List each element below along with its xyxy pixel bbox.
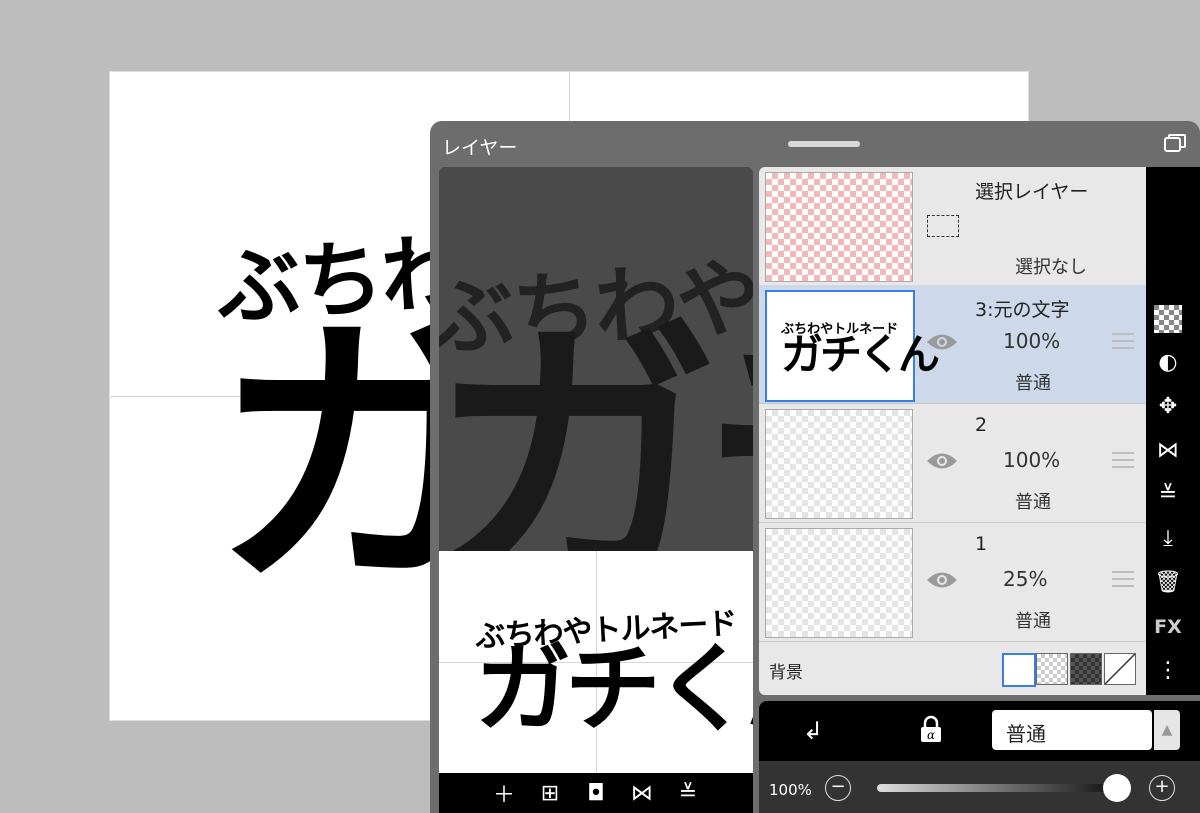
panel-drag-handle[interactable] <box>788 141 860 147</box>
fx-button[interactable]: FX <box>1154 613 1182 641</box>
layer-thumbnail <box>765 409 913 519</box>
background-label: 背景 <box>769 663 803 683</box>
bg-none-swatch[interactable] <box>1104 653 1136 685</box>
layer-name: 選択レイヤー <box>975 181 1089 203</box>
thumb-text-line2: ガチくん <box>781 330 940 379</box>
panel-title: レイヤー <box>442 137 518 159</box>
opacity-plus-button[interactable]: + <box>1149 775 1175 801</box>
add-copy-icon[interactable]: ⊞ <box>536 781 564 806</box>
window-toggle-icon[interactable] <box>1164 134 1186 152</box>
preview-toolbar: ＋ ⊞ ◘ ⋈ ≚ <box>439 773 753 813</box>
navigator-preview[interactable]: ぶちわやトルネード ガチくん ぶちわやトルネード ガチくん ＋ ⊞ ◘ ⋈ ≚ <box>439 167 753 813</box>
selection-status: 選択なし <box>1015 257 1087 278</box>
eye-icon[interactable] <box>925 331 959 353</box>
layer-opacity: 100% <box>1003 448 1061 472</box>
eye-icon[interactable] <box>925 569 959 591</box>
bg-light-checker-swatch[interactable] <box>1036 653 1068 685</box>
layer-blend: 普通 <box>1015 492 1051 513</box>
layer-panel: レイヤー ぶちわやトルネード ガチくん ぶちわやトルネード ガチくん ＋ ⊞ ◘… <box>430 121 1200 813</box>
blend-mode-value: 普通 <box>1006 722 1046 746</box>
bg-dark-checker-swatch[interactable] <box>1070 653 1102 685</box>
clipping-icon[interactable]: ↲ <box>803 717 823 745</box>
move-icon[interactable]: ✥ <box>1154 393 1182 421</box>
preview-text-line2: ガチくん <box>475 633 753 745</box>
drag-handle-icon[interactable] <box>1112 571 1134 589</box>
layer-name: 3:元の文字 <box>975 299 1070 321</box>
layer-opacity: 100% <box>1003 329 1061 353</box>
svg-text:α: α <box>927 728 935 742</box>
add-layer-icon[interactable]: ＋ <box>490 777 518 809</box>
opacity-slider[interactable] <box>877 774 1131 802</box>
drag-handle-icon[interactable] <box>1112 333 1134 351</box>
layer-row-1[interactable]: 1 25% 普通 <box>759 523 1146 642</box>
layer-row-3[interactable]: ぶちわやトルネード ガチくん 3:元の文字 100% 普通 <box>759 285 1146 404</box>
layer-row-2[interactable]: 2 100% 普通 <box>759 404 1146 523</box>
layer-toolbar: ◐ ✥ ⋈ ≚ ⤓ 🗑 FX ⋮ <box>1146 167 1200 695</box>
layer-thumbnail <box>765 172 913 282</box>
trash-icon[interactable]: 🗑 <box>1154 569 1182 597</box>
opacity-slider-knob[interactable] <box>1103 774 1131 802</box>
flip-v-icon[interactable]: ≚ <box>1154 481 1182 509</box>
layer-list: 選択レイヤー 選択なし ぶちわやトルネード ガチくん 3:元の文字 100% 普… <box>759 167 1146 695</box>
layer-blend: 普通 <box>1015 373 1051 394</box>
flip-vertical-icon[interactable]: ≚ <box>674 781 702 806</box>
eye-icon[interactable] <box>925 450 959 472</box>
layer-opacity: 25% <box>1003 567 1048 591</box>
alpha-lock-icon[interactable]: α <box>919 715 943 743</box>
layer-name: 2 <box>975 414 988 436</box>
opacity-minus-button[interactable]: − <box>825 775 851 801</box>
preview-thumbnail[interactable]: ぶちわやトルネード ガチくん <box>439 551 753 773</box>
drag-handle-icon[interactable] <box>1112 452 1134 470</box>
opacity-bar: 100% − + <box>759 761 1200 813</box>
merge-down-icon[interactable]: ⤓ <box>1154 525 1182 553</box>
opacity-readout: 100% <box>769 781 812 799</box>
invert-icon[interactable]: ◐ <box>1154 349 1182 377</box>
layer-name: 1 <box>975 533 988 555</box>
selection-layer-row[interactable]: 選択レイヤー 選択なし <box>759 167 1146 286</box>
blend-mode-arrow-icon[interactable]: ▲ <box>1154 710 1180 750</box>
selection-marquee-icon <box>927 215 959 237</box>
flip-horizontal-icon[interactable]: ⋈ <box>628 781 656 806</box>
layer-thumbnail: ぶちわやトルネード ガチくん <box>765 290 940 402</box>
more-icon[interactable]: ⋮ <box>1154 657 1182 685</box>
camera-icon[interactable]: ◘ <box>582 781 610 806</box>
blend-bar: ↲ α 普通 ▲ <box>759 701 1200 761</box>
blend-mode-select[interactable]: 普通 <box>992 710 1152 750</box>
flip-h-icon[interactable]: ⋈ <box>1154 437 1182 465</box>
bg-white-swatch[interactable] <box>1002 653 1036 687</box>
background-row: 背景 <box>759 643 1146 695</box>
checker-icon[interactable] <box>1154 305 1182 333</box>
layer-thumbnail <box>765 528 913 638</box>
layer-blend: 普通 <box>1015 611 1051 632</box>
